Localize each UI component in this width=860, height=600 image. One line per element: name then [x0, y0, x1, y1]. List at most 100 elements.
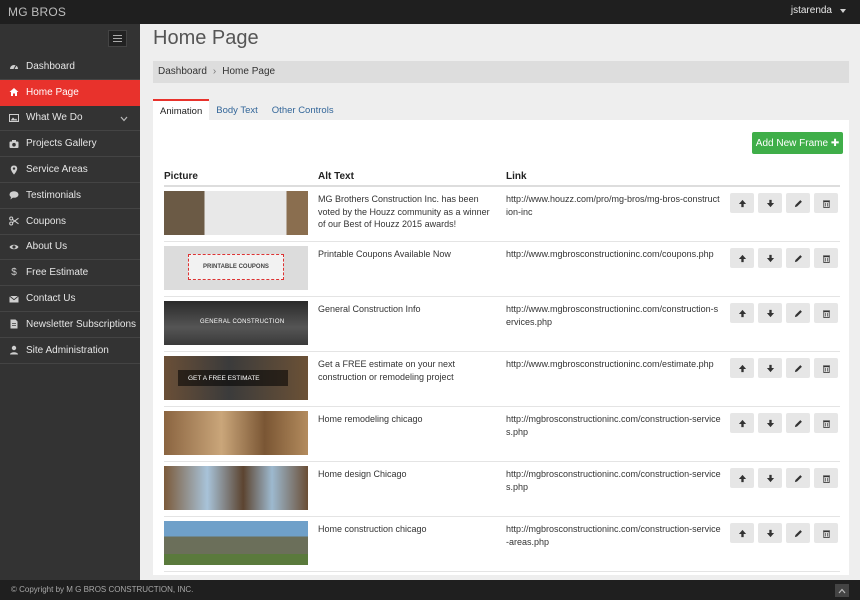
edit-pencil-icon[interactable]	[786, 468, 810, 488]
table-row: GENERAL CONSTRUCTION General Construction…	[164, 297, 840, 352]
move-down-icon[interactable]	[758, 358, 782, 378]
tab-other-controls[interactable]: Other Controls	[265, 99, 341, 121]
sidebar-item-label: Dashboard	[26, 60, 75, 72]
user-icon	[9, 345, 19, 355]
move-up-icon[interactable]	[730, 523, 754, 543]
table-row: Home remodeling chicago http://mgbroscons…	[164, 407, 840, 462]
frame-thumbnail: PRINTABLE COUPONS	[164, 246, 308, 290]
breadcrumb-current: Home Page	[222, 66, 276, 77]
edit-pencil-icon[interactable]	[786, 358, 810, 378]
frame-thumbnail	[164, 521, 308, 565]
delete-trash-icon[interactable]	[814, 468, 838, 488]
row-actions	[730, 468, 838, 488]
brand-logo[interactable]: MG BROS	[8, 5, 66, 19]
sidebar-item-label: What We Do	[26, 112, 83, 124]
thumbnail-caption: GET A FREE ESTIMATE	[178, 370, 288, 386]
move-down-icon[interactable]	[758, 303, 782, 323]
user-menu[interactable]: jstarenda	[791, 5, 832, 16]
frame-thumbnail	[164, 191, 308, 235]
comment-icon	[9, 190, 19, 200]
add-new-frame-button[interactable]: Add New Frame ✚	[752, 132, 843, 154]
move-down-icon[interactable]	[758, 193, 782, 213]
move-up-icon[interactable]	[730, 413, 754, 433]
tabs: Animation Body Text Other Controls	[153, 99, 341, 121]
envelope-icon	[9, 294, 19, 304]
edit-pencil-icon[interactable]	[786, 303, 810, 323]
move-up-icon[interactable]	[730, 358, 754, 378]
link-url: http://www.mgbrosconstructioninc.com/con…	[506, 304, 719, 327]
sidebar-item-newsletter-subscriptions[interactable]: Newsletter Subscriptions	[0, 312, 140, 338]
row-actions	[730, 248, 838, 268]
map-pin-icon	[9, 165, 19, 175]
breadcrumb-dashboard[interactable]: Dashboard	[158, 66, 207, 77]
move-up-icon[interactable]	[730, 468, 754, 488]
sidebar-item-label: Free Estimate	[26, 267, 89, 279]
row-actions	[730, 413, 838, 433]
sidebar-item-about-us[interactable]: About Us	[0, 235, 140, 261]
sidebar-item-dashboard[interactable]: Dashboard	[0, 54, 140, 80]
sidebar-item-site-administration[interactable]: Site Administration	[0, 338, 140, 364]
edit-pencil-icon[interactable]	[786, 193, 810, 213]
image-icon	[9, 113, 19, 123]
column-header-picture: Picture	[164, 171, 198, 182]
sidebar: Dashboard Home Page What We Do Projects …	[0, 24, 140, 580]
edit-pencil-icon[interactable]	[786, 523, 810, 543]
sidebar-item-contact-us[interactable]: Contact Us	[0, 286, 140, 312]
sidebar-item-coupons[interactable]: Coupons	[0, 209, 140, 235]
alt-text: General Construction Info	[318, 304, 421, 314]
home-icon	[9, 87, 19, 97]
sidebar-item-label: About Us	[26, 241, 68, 253]
eye-icon	[9, 242, 19, 252]
move-up-icon[interactable]	[730, 248, 754, 268]
edit-pencil-icon[interactable]	[786, 248, 810, 268]
table-row: PRINTABLE COUPONS Printable Coupons Avail…	[164, 242, 840, 297]
document-icon	[9, 319, 19, 329]
caret-down-icon[interactable]	[840, 9, 846, 13]
delete-trash-icon[interactable]	[814, 248, 838, 268]
sidebar-item-free-estimate[interactable]: $ Free Estimate	[0, 260, 140, 287]
delete-trash-icon[interactable]	[814, 193, 838, 213]
move-down-icon[interactable]	[758, 413, 782, 433]
sidebar-item-home-page[interactable]: Home Page	[0, 79, 140, 106]
move-up-icon[interactable]	[730, 303, 754, 323]
sidebar-nav: Dashboard Home Page What We Do Projects …	[0, 54, 140, 364]
link-url: http://www.houzz.com/pro/mg-bros/mg-bros…	[506, 194, 720, 217]
sidebar-item-projects-gallery[interactable]: Projects Gallery	[0, 131, 140, 158]
delete-trash-icon[interactable]	[814, 358, 838, 378]
footer: © Copyright by M G BROS CONSTRUCTION, IN…	[0, 580, 860, 600]
frame-thumbnail: GET A FREE ESTIMATE	[164, 356, 308, 400]
edit-pencil-icon[interactable]	[786, 413, 810, 433]
sidebar-item-what-we-do[interactable]: What We Do	[0, 106, 140, 132]
chevron-down-icon[interactable]	[120, 114, 128, 125]
table-row: Home design Chicago http://mgbrosconstruc…	[164, 462, 840, 517]
delete-trash-icon[interactable]	[814, 523, 838, 543]
move-down-icon[interactable]	[758, 523, 782, 543]
link-url: http://www.mgbrosconstructioninc.com/cou…	[506, 249, 714, 259]
table-header: Picture Alt Text Link	[164, 167, 840, 187]
sidebar-item-label: Contact Us	[26, 293, 76, 305]
top-bar: MG BROS jstarenda	[0, 0, 860, 24]
scroll-to-top-icon[interactable]	[835, 584, 849, 597]
thumbnail-caption: GENERAL CONSTRUCTION	[200, 319, 285, 325]
copyright-text: © Copyright by M G BROS CONSTRUCTION, IN…	[11, 585, 194, 594]
sidebar-item-testimonials[interactable]: Testimonials	[0, 183, 140, 209]
move-down-icon[interactable]	[758, 468, 782, 488]
sidebar-item-label: Projects Gallery	[26, 138, 97, 150]
link-url: http://mgbrosconstructioninc.com/constru…	[506, 469, 721, 492]
link-url: http://mgbrosconstructioninc.com/constru…	[506, 414, 721, 437]
alt-text: Get a FREE estimate on your next constru…	[318, 359, 456, 382]
move-down-icon[interactable]	[758, 248, 782, 268]
column-header-alt-text: Alt Text	[318, 171, 354, 182]
hamburger-menu-icon[interactable]	[108, 30, 127, 47]
tab-body-text[interactable]: Body Text	[209, 99, 265, 121]
row-actions	[730, 358, 838, 378]
tab-animation[interactable]: Animation	[153, 99, 210, 121]
sidebar-item-service-areas[interactable]: Service Areas	[0, 157, 140, 183]
frame-thumbnail	[164, 466, 308, 510]
delete-trash-icon[interactable]	[814, 303, 838, 323]
move-up-icon[interactable]	[730, 193, 754, 213]
alt-text: Home remodeling chicago	[318, 414, 423, 424]
dollar-icon: $	[11, 267, 17, 279]
delete-trash-icon[interactable]	[814, 413, 838, 433]
frames-table: MG Brothers Construction Inc. has been v…	[164, 187, 840, 572]
